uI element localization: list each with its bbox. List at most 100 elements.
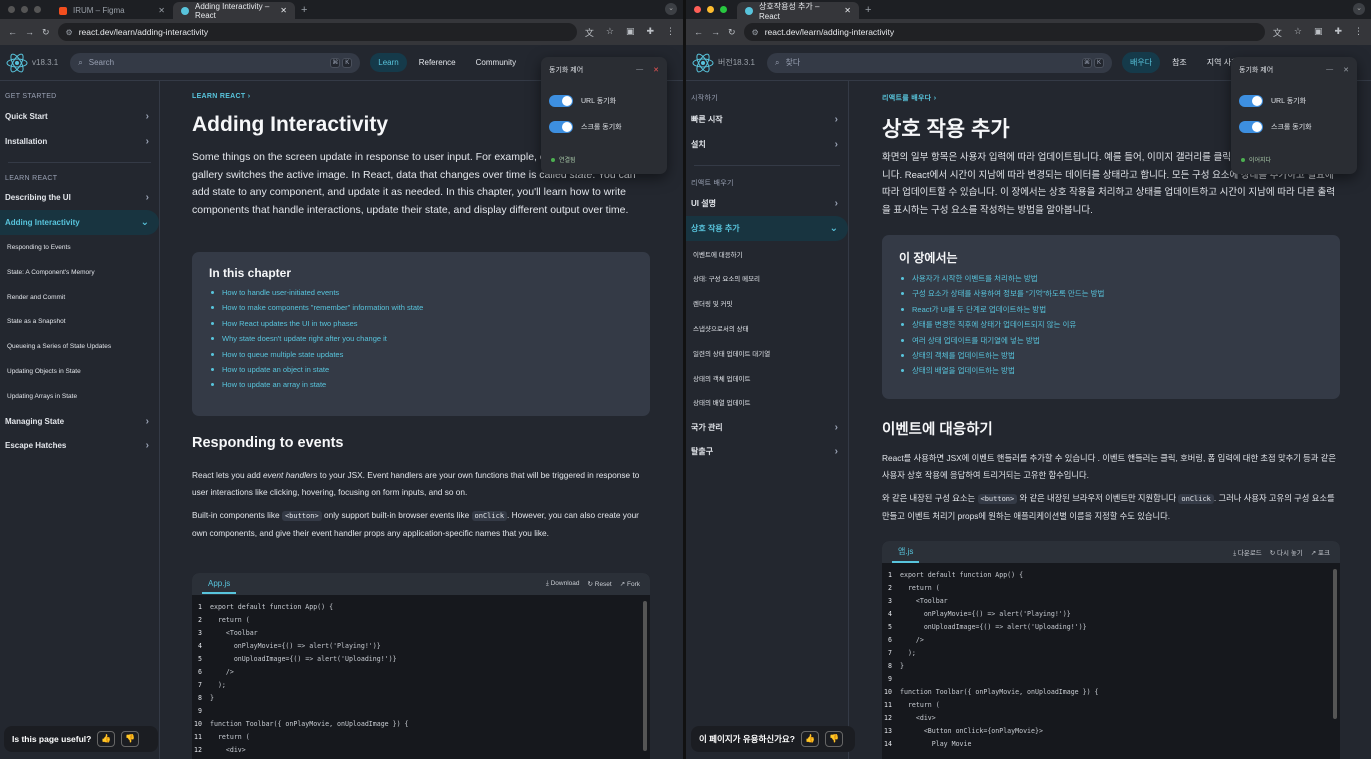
chapter-link[interactable]: React가 UI를 두 단계로 업데이트하는 방법 bbox=[899, 302, 1323, 317]
search-input[interactable]: ⌕ Search ⌘ K bbox=[70, 52, 361, 73]
react-logo[interactable]: 버전18.3.1 bbox=[692, 53, 755, 73]
chapter-link[interactable]: 상태의 배열을 업데이트하는 방법 bbox=[899, 363, 1323, 378]
sidebar-subitem[interactable]: Responding to Events bbox=[0, 235, 159, 260]
menu-icon[interactable]: ⋮ bbox=[1354, 26, 1363, 39]
reload-icon[interactable]: ↻ bbox=[728, 27, 736, 38]
tab-react-ko[interactable]: 상호작용성 추가 – React ✕ bbox=[737, 2, 859, 21]
sidebar-subitem[interactable]: Queueing a Series of State Updates bbox=[0, 334, 159, 359]
thumbs-up-icon[interactable]: 👍 bbox=[800, 731, 819, 747]
thumbs-down-icon[interactable]: 👎 bbox=[121, 731, 140, 747]
breadcrumb[interactable]: LEARN REACT › bbox=[192, 93, 250, 100]
nav-community[interactable]: Community bbox=[468, 53, 524, 72]
sidebar-item-installation[interactable]: 설치 › bbox=[686, 132, 848, 157]
sidebar-subitem[interactable]: Render and Commit bbox=[0, 285, 159, 310]
sidebar-subitem[interactable]: State as a Snapshot bbox=[0, 310, 159, 335]
file-tab[interactable]: 앱.js bbox=[892, 542, 920, 563]
thumbs-up-icon[interactable]: 👍 bbox=[97, 731, 116, 747]
chapter-link[interactable]: Why state doesn't update right after you… bbox=[209, 331, 633, 346]
code-scrollbar[interactable] bbox=[1333, 569, 1337, 719]
chapter-link[interactable]: How React updates the UI in two phases bbox=[209, 316, 633, 331]
maximize-window-button[interactable] bbox=[720, 6, 727, 13]
sidebar-item-managing-state[interactable]: Managing State › bbox=[0, 409, 159, 434]
tab-react[interactable]: Adding Interactivity – React ✕ bbox=[173, 2, 295, 20]
forward-icon[interactable]: → bbox=[25, 27, 34, 37]
download-button[interactable]: ⤓ Download bbox=[546, 580, 580, 588]
scroll-sync-toggle[interactable] bbox=[1239, 121, 1263, 133]
sidebar-subitem[interactable]: Updating Arrays in State bbox=[0, 384, 159, 409]
close-tab-icon[interactable]: ✕ bbox=[158, 6, 165, 15]
chapter-link[interactable]: 여러 상태 업데이트를 대기열에 넣는 방법 bbox=[899, 333, 1323, 348]
sidebar-item-adding-interactivity[interactable]: 상호 작용 추가 ⌄ bbox=[686, 216, 848, 242]
code-editor[interactable]: 1 export default function App() {2 return… bbox=[882, 563, 1340, 751]
sidebar-item-describing-ui[interactable]: Describing the UI › bbox=[0, 186, 159, 211]
fork-button[interactable]: ↗ Fork bbox=[620, 580, 640, 588]
chapter-link[interactable]: How to update an object in state bbox=[209, 362, 633, 377]
sidebar-subitem[interactable]: 상태: 구성 요소의 메모리 bbox=[686, 266, 848, 291]
sidebar-item-quick-start[interactable]: Quick Start › bbox=[0, 104, 159, 129]
close-window-button[interactable] bbox=[8, 6, 15, 13]
chapter-link[interactable]: 상태의 객체를 업데이트하는 방법 bbox=[899, 348, 1323, 363]
tab-search-icon[interactable]: ⌄ bbox=[665, 3, 677, 15]
bookmark-star-icon[interactable]: ☆ bbox=[606, 26, 614, 39]
bookmark-star-icon[interactable]: ☆ bbox=[1294, 26, 1302, 39]
reset-button[interactable]: ↻ Reset bbox=[588, 580, 612, 588]
sidebar-item-adding-interactivity[interactable]: Adding Interactivity ⌄ bbox=[0, 210, 159, 236]
code-editor[interactable]: 1 export default function App() {2 return… bbox=[192, 595, 650, 757]
file-tab[interactable]: App.js bbox=[202, 575, 237, 594]
translate-icon[interactable]: 文 bbox=[1273, 26, 1282, 39]
new-tab-button[interactable]: + bbox=[859, 4, 877, 19]
breadcrumb[interactable]: 리액트를 배우다 › bbox=[882, 93, 936, 103]
chapter-link[interactable]: How to handle user-initiated events bbox=[209, 285, 633, 300]
puzzle-icon[interactable]: ✚ bbox=[1334, 26, 1342, 39]
new-tab-button[interactable]: + bbox=[295, 4, 313, 19]
reset-button[interactable]: ↻ 다시 놓기 bbox=[1270, 547, 1303, 558]
download-button[interactable]: ⤓ 다운로드 bbox=[1233, 547, 1262, 558]
react-logo[interactable]: v18.3.1 bbox=[6, 53, 58, 73]
reload-icon[interactable]: ↻ bbox=[42, 27, 50, 38]
nav-learn[interactable]: 배우다 bbox=[1121, 52, 1161, 73]
sidebar-subitem[interactable]: 스냅샷으로서의 상태 bbox=[686, 316, 848, 341]
site-info-icon[interactable]: ⚙ bbox=[752, 28, 759, 37]
minimize-icon[interactable]: — bbox=[1326, 66, 1333, 74]
chapter-link[interactable]: 구성 요소가 상태를 사용하여 정보를 "기억"하도록 만드는 방법 bbox=[899, 286, 1323, 301]
close-tab-icon[interactable]: ✕ bbox=[844, 6, 851, 15]
site-info-icon[interactable]: ⚙ bbox=[66, 28, 73, 37]
sidebar-subitem[interactable]: 상태의 객체 업데이트 bbox=[686, 365, 848, 390]
chapter-link[interactable]: How to update an array in state bbox=[209, 377, 633, 392]
url-field[interactable]: ⚙ react.dev/learn/adding-interactivity bbox=[743, 23, 1265, 41]
extension-icon[interactable]: ▣ bbox=[1314, 26, 1323, 39]
search-input[interactable]: ⌕ 찾다 ⌘ K bbox=[766, 52, 1112, 73]
nav-reference[interactable]: Reference bbox=[411, 53, 464, 72]
scroll-sync-toggle[interactable] bbox=[549, 121, 573, 133]
nav-reference[interactable]: 참조 bbox=[1164, 52, 1195, 73]
sidebar-item-installation[interactable]: Installation › bbox=[0, 129, 159, 154]
close-icon[interactable]: ✕ bbox=[653, 66, 659, 74]
translate-icon[interactable]: 文 bbox=[585, 26, 594, 39]
sidebar-item-escape-hatches[interactable]: 탈출구 › bbox=[686, 440, 848, 465]
close-tab-icon[interactable]: ✕ bbox=[280, 6, 287, 15]
sidebar-subitem[interactable]: 일련의 상태 업데이트 대기열 bbox=[686, 340, 848, 365]
back-icon[interactable]: ← bbox=[694, 27, 703, 37]
url-sync-toggle[interactable] bbox=[549, 95, 573, 107]
fork-button[interactable]: ↗ 포크 bbox=[1311, 547, 1330, 558]
sidebar-subitem[interactable]: Updating Objects in State bbox=[0, 359, 159, 384]
url-field[interactable]: ⚙ react.dev/learn/adding-interactivity bbox=[57, 23, 577, 41]
minimize-window-button[interactable] bbox=[707, 6, 714, 13]
tab-search-icon[interactable]: ⌄ bbox=[1353, 3, 1365, 15]
tab-figma[interactable]: IRUM – Figma ✕ bbox=[51, 2, 173, 19]
sidebar-subitem[interactable]: 상태의 배열 업데이트 bbox=[686, 390, 848, 415]
sidebar-item-quick-start[interactable]: 빠른 시작 › bbox=[686, 107, 848, 132]
sidebar-item-managing-state[interactable]: 국가 관리 › bbox=[686, 415, 848, 440]
menu-icon[interactable]: ⋮ bbox=[666, 26, 675, 39]
chapter-link[interactable]: How to make components "remember" inform… bbox=[209, 300, 633, 315]
sidebar-subitem[interactable]: State: A Component's Memory bbox=[0, 260, 159, 285]
extension-icon[interactable]: ▣ bbox=[626, 26, 635, 39]
chapter-link[interactable]: How to queue multiple state updates bbox=[209, 347, 633, 362]
thumbs-down-icon[interactable]: 👎 bbox=[824, 731, 843, 747]
minimize-window-button[interactable] bbox=[21, 6, 28, 13]
code-scrollbar[interactable] bbox=[643, 601, 647, 751]
forward-icon[interactable]: → bbox=[711, 27, 720, 37]
chapter-link[interactable]: 상태를 변경한 직후에 상태가 업데이트되지 않는 이유 bbox=[899, 317, 1323, 332]
chapter-link[interactable]: 사용자가 시작한 이벤트를 처리하는 방법 bbox=[899, 271, 1323, 286]
close-icon[interactable]: ✕ bbox=[1343, 66, 1349, 74]
